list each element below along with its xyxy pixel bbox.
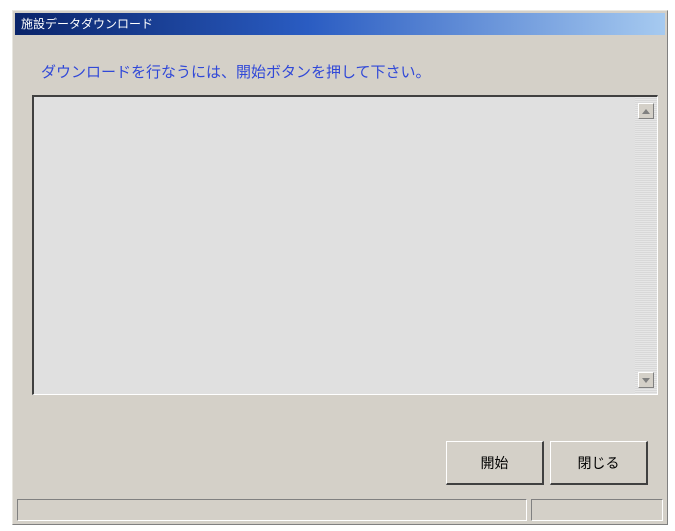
arrow-up-icon (642, 108, 650, 114)
status-bar (17, 499, 663, 521)
status-pane-main (17, 499, 527, 521)
window-title: 施設データダウンロード (21, 17, 154, 31)
scroll-down-button[interactable] (638, 372, 654, 388)
scroll-up-button[interactable] (638, 103, 654, 119)
close-button-label: 閉じる (577, 455, 620, 472)
log-textarea[interactable] (32, 95, 658, 395)
close-button[interactable]: 閉じる (550, 441, 648, 485)
start-button[interactable]: 開始 (446, 441, 544, 485)
log-content (38, 101, 631, 390)
arrow-down-icon (642, 377, 650, 383)
vertical-scrollbar[interactable] (635, 97, 657, 394)
instruction-text: ダウンロードを行なうには、開始ボタンを押して下さい。 (41, 63, 431, 81)
status-pane-side (531, 499, 663, 521)
download-dialog: 施設データダウンロード ダウンロードを行なうには、開始ボタンを押して下さい。 開… (12, 10, 668, 525)
start-button-label: 開始 (480, 455, 509, 472)
title-bar[interactable]: 施設データダウンロード (15, 13, 665, 35)
